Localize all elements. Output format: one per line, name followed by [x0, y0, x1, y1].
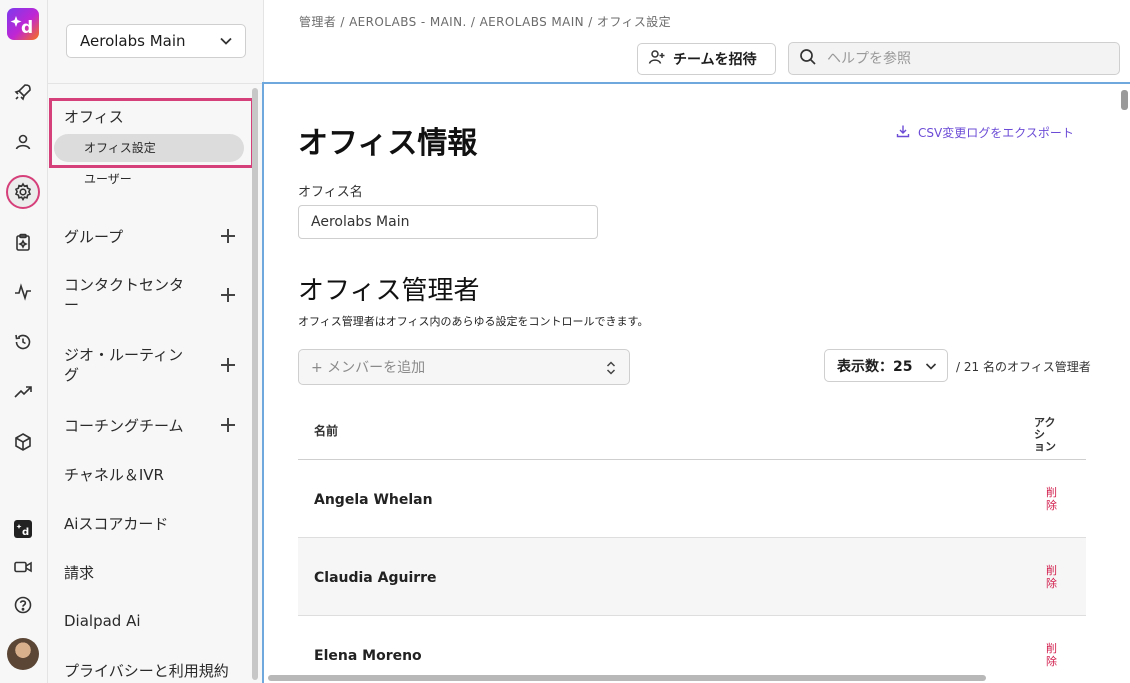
delete-label-line2: 除: [1046, 655, 1057, 668]
admins-description: オフィス管理者はオフィス内のあらゆる設定をコントロールできます。: [298, 315, 649, 328]
invite-team-button[interactable]: チームを招待: [637, 43, 776, 75]
table-row: Angela Whelan 削 除: [298, 460, 1086, 538]
workspace-name: Aerolabs Main: [80, 32, 186, 50]
export-csv-label: CSV変更ログをエクスポート: [918, 126, 1074, 140]
nav-billing[interactable]: 請求: [64, 562, 94, 583]
add-coaching-plus-icon[interactable]: [220, 417, 236, 433]
nav-scorecard[interactable]: Aiスコアカード: [64, 513, 168, 534]
table-row: Elena Moreno 削 除: [298, 616, 1086, 683]
person-add-icon: [648, 48, 666, 70]
gear-icon[interactable]: [6, 175, 40, 209]
add-member-select[interactable]: + メンバーを追加: [298, 349, 630, 385]
chevron-down-icon: [925, 360, 937, 376]
history-icon[interactable]: [9, 328, 37, 356]
nav-users[interactable]: ユーザー: [84, 170, 132, 187]
nav-channels[interactable]: チャネル＆IVR: [64, 464, 164, 485]
search-input[interactable]: [827, 50, 1107, 67]
column-header-name[interactable]: 名前: [314, 422, 338, 439]
table-header: 名前 アクシ ョン: [298, 402, 1086, 460]
delete-label-line2: 除: [1046, 499, 1057, 512]
activity-icon[interactable]: [9, 278, 37, 306]
column-header-action-line2: ョン: [1034, 440, 1056, 453]
video-camera-icon[interactable]: [9, 553, 37, 581]
download-icon: [896, 124, 910, 141]
page-title: オフィス情報: [298, 126, 478, 161]
delete-label-line1: 削: [1046, 564, 1057, 577]
svg-text:d: d: [21, 18, 33, 38]
trending-up-icon[interactable]: [9, 378, 37, 406]
add-geo-routing-plus-icon[interactable]: [220, 357, 236, 373]
admins-title: オフィス管理者: [298, 276, 480, 306]
office-name-field[interactable]: [298, 205, 598, 239]
delete-label-line1: 削: [1046, 486, 1057, 499]
nav-contact-center-line2: ー: [64, 296, 80, 314]
invite-team-label: チームを招待: [673, 52, 757, 68]
settings-nav-panel: Aerolabs Main オフィス オフィス設定 ユーザー グループ コンタク…: [48, 0, 264, 683]
delete-button[interactable]: 削 除: [1046, 486, 1060, 512]
delete-button[interactable]: 削 除: [1046, 564, 1060, 590]
add-contact-center-plus-icon[interactable]: [220, 287, 236, 303]
nav-group[interactable]: グループ: [64, 226, 123, 247]
nav-top: Aerolabs Main: [48, 0, 264, 84]
svg-text:d: d: [22, 527, 29, 538]
top-header: 管理者 / AEROLABS - MAIN. / AEROLABS MAIN /…: [264, 0, 1130, 84]
main-content: オフィス情報 CSV変更ログをエクスポート オフィス名 オフィス管理者 オフィス…: [262, 82, 1130, 683]
chevron-down-icon: [219, 34, 233, 52]
help-circle-icon[interactable]: [9, 591, 37, 619]
add-member-placeholder: + メンバーを追加: [311, 360, 426, 376]
admin-name: Claudia Aguirre: [314, 570, 437, 586]
help-search[interactable]: [788, 42, 1120, 75]
nav-geo-routing[interactable]: ジオ・ルーティン グ: [64, 345, 183, 385]
breadcrumb: 管理者 / AEROLABS - MAIN. / AEROLABS MAIN /…: [299, 15, 672, 29]
selection-highlight-frame: [49, 98, 254, 168]
workspace-selector[interactable]: Aerolabs Main: [66, 24, 246, 58]
export-csv-link[interactable]: CSV変更ログをエクスポート: [896, 124, 1074, 141]
delete-label-line2: 除: [1046, 577, 1057, 590]
admin-name: Angela Whelan: [314, 492, 433, 508]
updown-chevron-icon: [605, 360, 617, 380]
office-name-label: オフィス名: [298, 185, 363, 200]
nav-geo-routing-line2: グ: [64, 366, 80, 384]
search-icon: [799, 48, 817, 70]
admin-count: / 21 名のオフィス管理者: [956, 360, 1091, 374]
per-page-select[interactable]: 表示数：25: [824, 349, 948, 382]
icon-rail: d d: [0, 0, 48, 683]
nav-contact-center-line1: コンタクトセンタ: [64, 276, 185, 294]
person-icon[interactable]: [9, 128, 37, 156]
column-header-action-line1: アクシ: [1034, 416, 1056, 441]
delete-button[interactable]: 削 除: [1046, 642, 1060, 668]
column-header-action: アクシ ョン: [1034, 417, 1064, 453]
dialpad-app-icon[interactable]: d: [9, 515, 37, 543]
nav-contact-center[interactable]: コンタクトセンタ ー: [64, 275, 184, 315]
delete-label-line1: 削: [1046, 642, 1057, 655]
per-page-label: 表示数：25: [837, 358, 913, 375]
table-row: Claudia Aguirre 削 除: [298, 538, 1086, 616]
nav-privacy[interactable]: プライバシーと利用規約: [64, 660, 229, 681]
cube-icon[interactable]: [9, 428, 37, 456]
admin-name: Elena Moreno: [314, 648, 422, 664]
nav-coaching[interactable]: コーチングチーム: [64, 415, 184, 436]
dialpad-logo-icon[interactable]: d: [7, 8, 39, 40]
rocket-icon[interactable]: [9, 78, 37, 106]
clipboard-sparkle-icon[interactable]: [9, 228, 37, 256]
avatar[interactable]: [7, 638, 39, 670]
nav-dialpad-ai[interactable]: Dialpad Ai: [64, 612, 141, 630]
nav-geo-routing-line1: ジオ・ルーティン: [64, 346, 184, 364]
nav-scrollbar[interactable]: [252, 88, 258, 680]
vertical-scrollbar[interactable]: [1121, 90, 1128, 110]
horizontal-scrollbar[interactable]: [268, 675, 986, 681]
add-group-plus-icon[interactable]: [220, 228, 236, 244]
